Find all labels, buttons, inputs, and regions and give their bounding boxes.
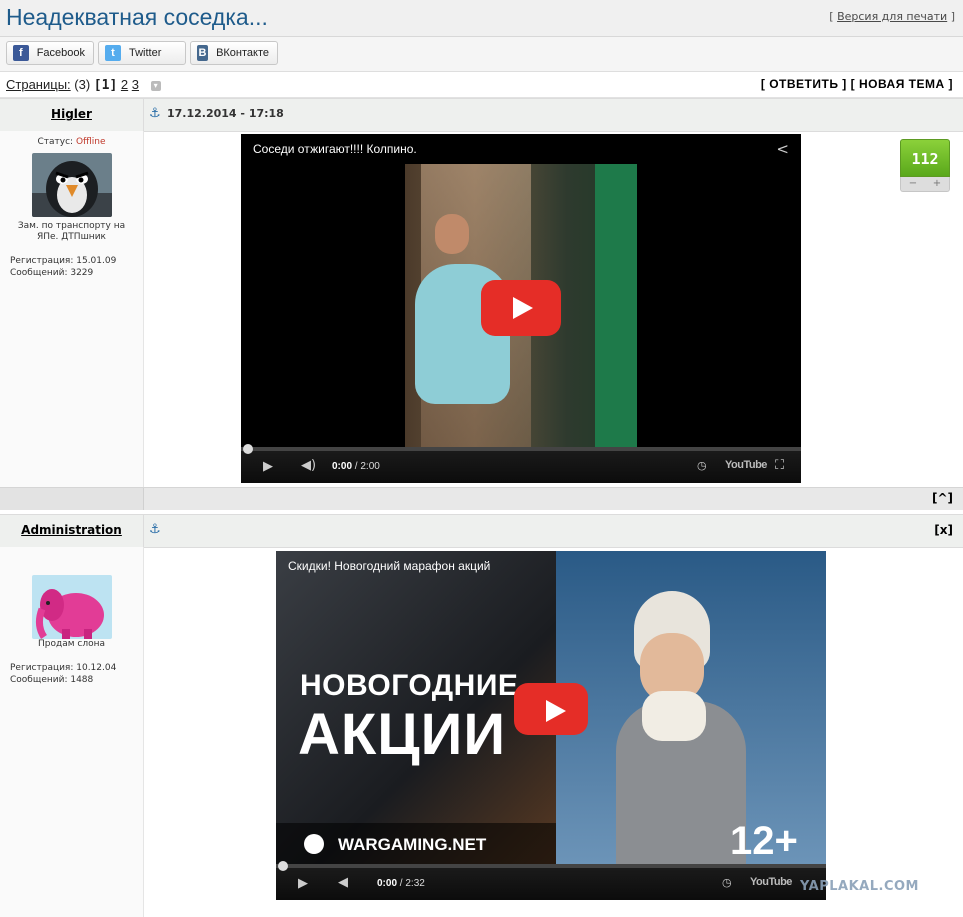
fullscreen-icon[interactable]: ⛶ (775, 458, 784, 473)
post-date: 17.12.2014 - 17:18 (167, 107, 284, 120)
share-vk-button[interactable]: B ВКонтакте (190, 41, 278, 65)
twitter-icon: t (105, 45, 121, 61)
topic-header: Неадекватная соседка... [ Версия для печ… (0, 0, 963, 37)
user-messages: Сообщений: 3229 (10, 268, 94, 278)
video-controls: ▶ ◀) 0:00 / 2:00 ◷ YouTube ⛶ (241, 444, 801, 483)
age-rating: 12+ (730, 819, 798, 863)
pagination-bar: Страницы: (3) [1] 2 3 ▾ [ ОТВЕТИТЬ ] [ Н… (0, 72, 963, 98)
pagination: Страницы: (3) [1] 2 3 ▾ (6, 77, 161, 93)
reply-button[interactable]: [ ОТВЕТИТЬ ] (761, 77, 847, 91)
pages-dropdown-icon[interactable]: ▾ (150, 80, 161, 91)
avatar[interactable] (31, 153, 112, 217)
topic-title: Неадекватная соседка... (6, 4, 268, 30)
user-messages: Сообщений: 1488 (10, 675, 94, 685)
vote-minus-button[interactable]: − (909, 177, 917, 191)
share-icon[interactable]: < (776, 140, 789, 158)
post-header: Higler ⚓ 17.12.2014 - 17:18 (0, 98, 963, 132)
user-registration: Регистрация: 15.01.09 (10, 256, 117, 266)
anchor-icon[interactable]: ⚓ (149, 106, 161, 121)
wargaming-logo-text: WARGAMING.NET (338, 835, 487, 854)
youtube-logo[interactable]: YouTube (750, 876, 792, 888)
elephant-avatar-image (31, 575, 112, 639)
video-player[interactable]: Соседи отжигают!!!! Колпино. < ▶ ◀) 0:00… (241, 134, 801, 483)
play-icon[interactable]: ▶ (263, 459, 273, 474)
watch-later-icon[interactable]: ◷ (722, 876, 732, 889)
post-header: Administration ⚓ [x] (0, 514, 963, 548)
penguin-avatar-image (31, 153, 112, 217)
post-author[interactable]: Higler (0, 107, 143, 121)
video-time: 0:00 / 2:32 (377, 878, 425, 889)
promo-line2: АКЦИИ (298, 702, 507, 767)
progress-knob[interactable] (278, 861, 288, 871)
share-twitter-button[interactable]: t Twitter (98, 41, 186, 65)
user-stats: Регистрация: 15.01.09 Сообщений: 3229 (0, 255, 143, 279)
video-player[interactable]: Скидки! Новогодний марафон акций НОВОГОД… (276, 551, 826, 900)
close-ad-button[interactable]: [x] (934, 523, 953, 537)
user-registration: Регистрация: 10.12.04 (10, 663, 117, 673)
video-controls: ▶ ◀ 0:00 / 2:32 ◷ YouTube (276, 861, 826, 900)
vk-icon: B (197, 45, 209, 61)
scroll-top-button[interactable]: [^] (932, 491, 953, 505)
promo-line1: НОВОГОДНИЕ (300, 669, 519, 702)
share-facebook-button[interactable]: f Facebook (6, 41, 94, 65)
user-rank: Продам слона (38, 639, 105, 649)
print-version-link[interactable]: Версия для печати (837, 10, 947, 23)
page-3-link[interactable]: 3 (132, 77, 139, 92)
post-rating: 112 − + (900, 139, 950, 192)
anchor-icon[interactable]: ⚓ (149, 522, 161, 537)
progress-knob[interactable] (243, 444, 253, 454)
page-2-link[interactable]: 2 (121, 77, 128, 92)
user-rank: Зам. по транспорту на ЯПе. ДТПшник (17, 221, 126, 242)
post-footer: [^] (0, 487, 963, 510)
video-title[interactable]: Скидки! Новогодний марафон акций (288, 559, 490, 573)
avatar[interactable] (31, 575, 112, 639)
volume-icon[interactable]: ◀) (301, 458, 316, 473)
progress-bar[interactable] (241, 444, 801, 454)
print-version: [ Версия для печати ] (829, 10, 955, 23)
user-stats: Регистрация: 10.12.04 Сообщений: 1488 (0, 662, 143, 686)
vote-plus-button[interactable]: + (933, 177, 941, 191)
new-topic-button[interactable]: [ НОВАЯ ТЕМА ] (851, 77, 953, 91)
play-button[interactable] (481, 280, 561, 336)
play-button[interactable] (514, 683, 588, 735)
progress-bar[interactable] (276, 861, 826, 871)
volume-icon[interactable]: ◀ (338, 875, 348, 890)
user-info: Статус: Offline Зам. по транспорту на ЯП… (0, 131, 144, 487)
video-thumbnail-right (556, 551, 826, 865)
play-icon[interactable]: ▶ (298, 876, 308, 891)
user-status: Статус: Offline (37, 137, 106, 147)
post-author[interactable]: Administration (0, 523, 143, 537)
youtube-logo[interactable]: YouTube (725, 459, 767, 471)
wargaming-logo-icon (304, 834, 324, 854)
user-info: Продам слона Регистрация: 10.12.04 Сообщ… (0, 547, 144, 917)
facebook-icon: f (13, 45, 29, 61)
topic-actions: [ ОТВЕТИТЬ ] [ НОВАЯ ТЕМА ] (761, 77, 953, 91)
video-title[interactable]: Соседи отжигают!!!! Колпино. (253, 142, 417, 156)
pages-label[interactable]: Страницы: (6, 77, 71, 92)
share-bar: f Facebook t Twitter B ВКонтакте (0, 37, 963, 72)
site-watermark: YAPLAKAL.COM (800, 879, 919, 894)
video-time: 0:00 / 2:00 (332, 461, 380, 472)
current-page: [1] (93, 78, 118, 93)
rating-value: 112 (900, 139, 950, 177)
watch-later-icon[interactable]: ◷ (697, 459, 707, 472)
